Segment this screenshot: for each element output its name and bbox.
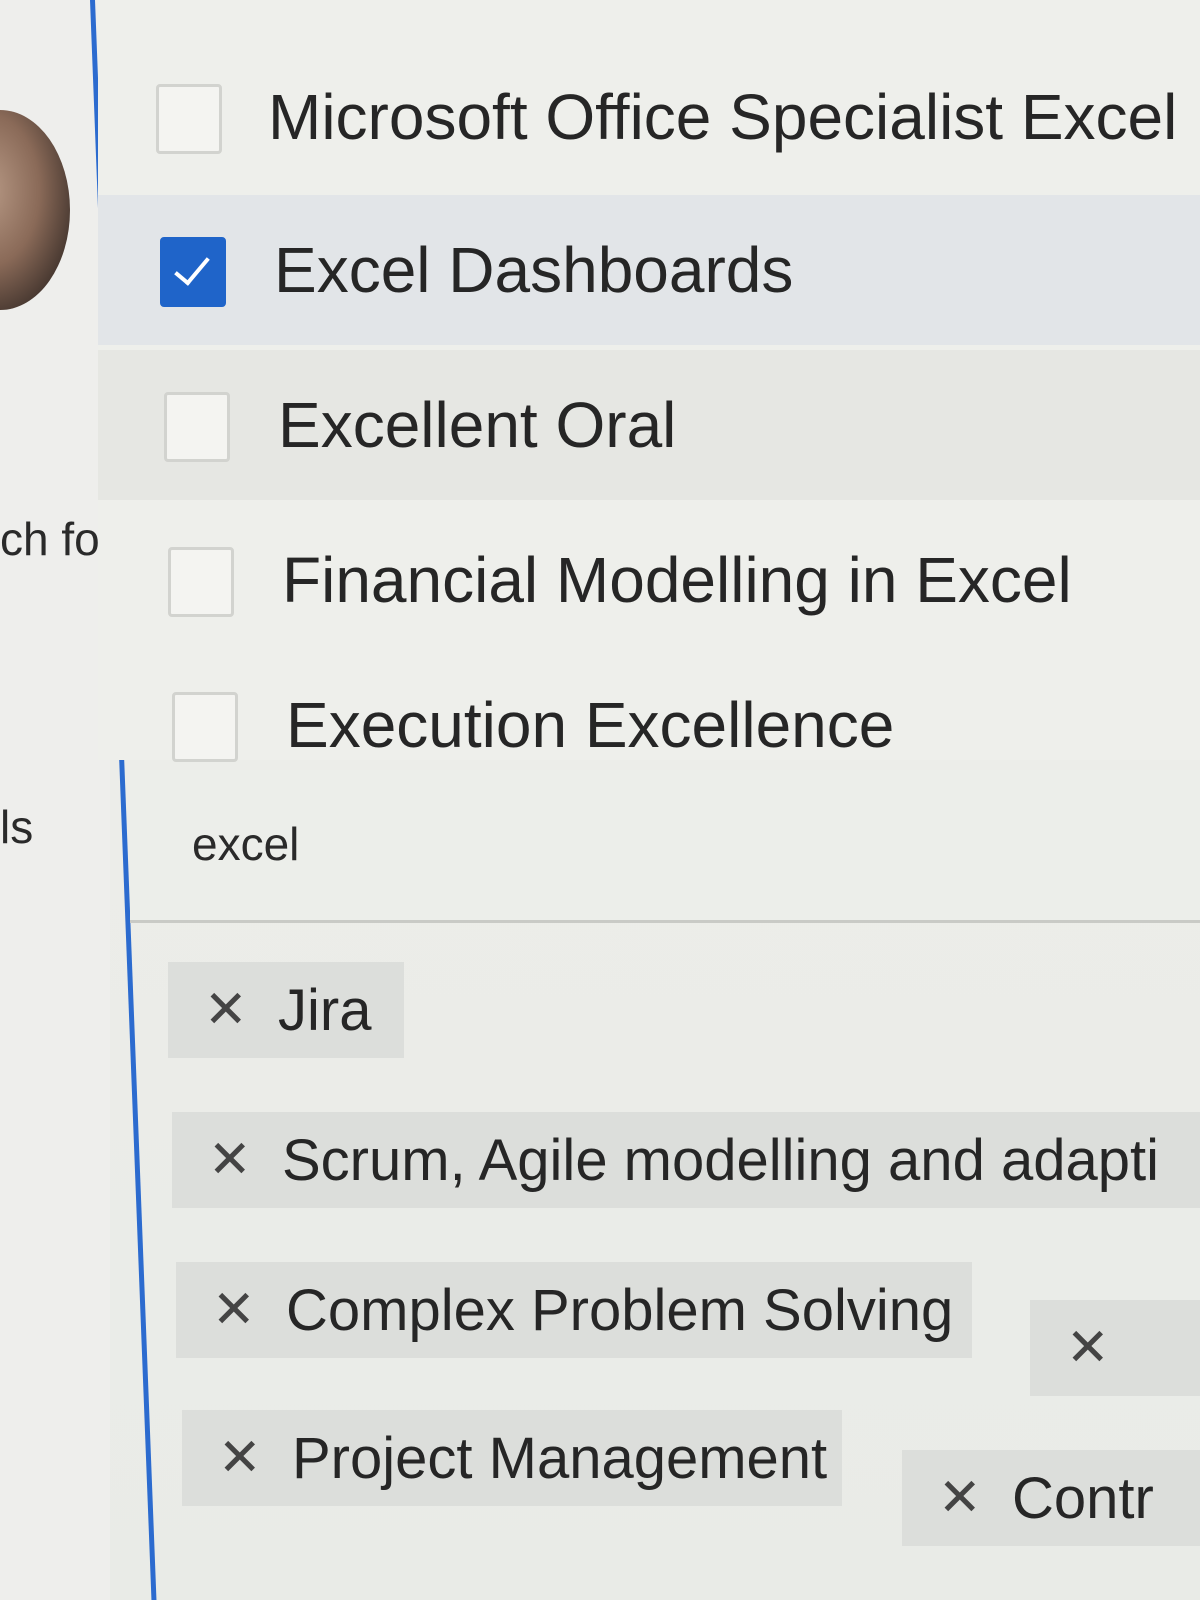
option-checkbox-checked[interactable] <box>160 237 226 307</box>
chip-label: Scrum, Agile modelling and adapti <box>282 1127 1159 1193</box>
option-checkbox[interactable] <box>156 84 222 154</box>
background-profile-panel: ch fo ls <box>0 0 110 1600</box>
option-label: Excellent Oral <box>278 389 677 461</box>
chip-remove-icon[interactable]: ✕ <box>204 980 248 1040</box>
option-checkbox[interactable] <box>164 392 230 462</box>
chip-remove-icon[interactable]: ✕ <box>212 1280 256 1340</box>
chip-remove-icon[interactable]: ✕ <box>938 1468 982 1528</box>
skills-dropdown-list: Microsoft Office Specialist Excel Excel … <box>98 0 1200 762</box>
selected-skill-chip: ✕ Contr <box>902 1450 1200 1546</box>
option-label: Financial Modelling in Excel <box>282 544 1072 616</box>
option-checkbox[interactable] <box>168 547 234 617</box>
chip-remove-icon[interactable]: ✕ <box>208 1130 252 1190</box>
skills-search-input[interactable] <box>190 808 1094 880</box>
selected-skill-chip: ✕ <box>1030 1300 1200 1396</box>
option-financial-modelling-in-excel[interactable]: Financial Modelling in Excel <box>98 505 1200 655</box>
option-label: Microsoft Office Specialist Excel <box>268 81 1178 153</box>
chip-remove-icon[interactable]: ✕ <box>1066 1318 1110 1378</box>
option-checkbox[interactable] <box>172 692 238 762</box>
selected-skill-chip: ✕ Project Management <box>182 1410 842 1506</box>
option-microsoft-office-specialist-excel[interactable]: Microsoft Office Specialist Excel <box>98 40 1200 190</box>
chip-label: Project Management <box>292 1425 828 1491</box>
background-text-fragment: ch fo <box>0 513 100 565</box>
skills-search-field[interactable] <box>130 770 1200 923</box>
chip-remove-icon[interactable]: ✕ <box>218 1428 262 1488</box>
option-excel-dashboards[interactable]: Excel Dashboards <box>98 195 1200 345</box>
page: ch fo ls Microsoft Office Specialist Exc… <box>0 0 1200 1600</box>
chip-label: Contr <box>1012 1465 1154 1531</box>
selected-skill-chip: ✕ Complex Problem Solving <box>176 1262 972 1358</box>
selected-skill-chip: ✕ Jira <box>168 962 404 1058</box>
background-text-fragment: ls <box>0 801 34 853</box>
option-excellent-oral[interactable]: Excellent Oral <box>98 350 1200 500</box>
avatar <box>0 110 70 310</box>
chip-label: Complex Problem Solving <box>286 1277 954 1343</box>
option-label: Execution Excellence <box>286 689 895 761</box>
selected-skill-chip: ✕ Scrum, Agile modelling and adapti <box>172 1112 1200 1208</box>
chip-label: Jira <box>278 977 372 1043</box>
option-label: Excel Dashboards <box>274 234 794 306</box>
